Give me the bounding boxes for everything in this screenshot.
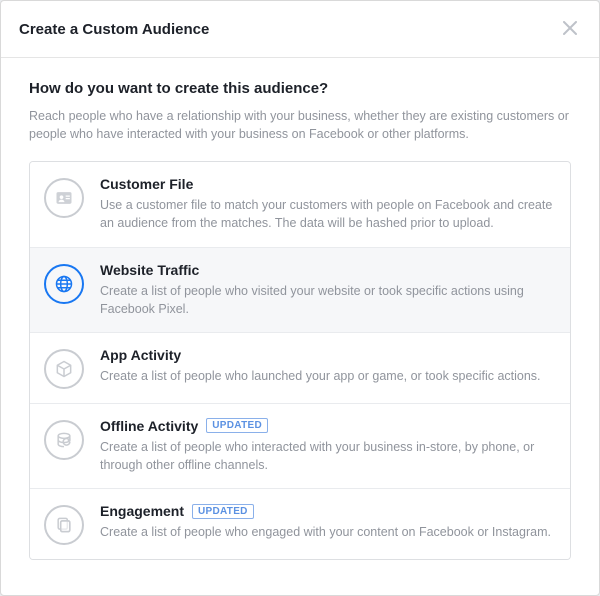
option-desc: Create a list of people who launched you… bbox=[100, 367, 554, 385]
option-text: Customer File Use a customer file to mat… bbox=[100, 176, 554, 232]
option-text: Offline Activity UPDATED Create a list o… bbox=[100, 418, 554, 474]
updated-badge: UPDATED bbox=[206, 418, 268, 433]
audience-option-list: Customer File Use a customer file to mat… bbox=[29, 161, 571, 560]
option-desc: Create a list of people who interacted w… bbox=[100, 438, 554, 474]
explainer-text: Reach people who have a relationship wit… bbox=[29, 107, 571, 143]
cube-icon bbox=[44, 349, 84, 389]
contact-card-icon bbox=[44, 178, 84, 218]
close-button[interactable] bbox=[559, 15, 581, 43]
option-desc: Use a customer file to match your custom… bbox=[100, 196, 554, 232]
pages-icon bbox=[44, 505, 84, 545]
option-title: App Activity bbox=[100, 347, 181, 363]
updated-badge: UPDATED bbox=[192, 504, 254, 519]
custom-audience-modal: Create a Custom Audience How do you want… bbox=[0, 0, 600, 596]
modal-header: Create a Custom Audience bbox=[1, 1, 599, 58]
option-title: Offline Activity bbox=[100, 418, 198, 434]
option-text: Website Traffic Create a list of people … bbox=[100, 262, 554, 318]
close-icon bbox=[563, 21, 577, 35]
option-offline-activity[interactable]: Offline Activity UPDATED Create a list o… bbox=[30, 404, 570, 489]
option-title: Website Traffic bbox=[100, 262, 199, 278]
question-heading: How do you want to create this audience? bbox=[29, 80, 571, 97]
option-desc: Create a list of people who engaged with… bbox=[100, 523, 554, 541]
stack-refresh-icon bbox=[44, 420, 84, 460]
option-app-activity[interactable]: App Activity Create a list of people who… bbox=[30, 333, 570, 404]
modal-body: How do you want to create this audience?… bbox=[1, 58, 599, 595]
option-title: Customer File bbox=[100, 176, 193, 192]
option-text: App Activity Create a list of people who… bbox=[100, 347, 554, 385]
option-customer-file[interactable]: Customer File Use a customer file to mat… bbox=[30, 162, 570, 247]
option-text: Engagement UPDATED Create a list of peop… bbox=[100, 503, 554, 541]
option-website-traffic[interactable]: Website Traffic Create a list of people … bbox=[30, 248, 570, 333]
option-title: Engagement bbox=[100, 503, 184, 519]
option-engagement[interactable]: Engagement UPDATED Create a list of peop… bbox=[30, 489, 570, 559]
option-desc: Create a list of people who visited your… bbox=[100, 282, 554, 318]
globe-icon bbox=[44, 264, 84, 304]
modal-title: Create a Custom Audience bbox=[19, 21, 209, 38]
